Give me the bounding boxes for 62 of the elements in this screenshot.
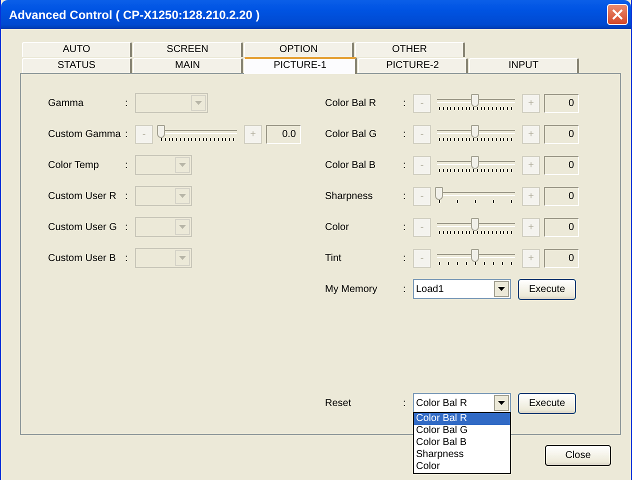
colon-separator: : (403, 252, 407, 264)
tab[interactable]: AUTO (22, 42, 132, 57)
dropdown-option[interactable]: Sharpness (414, 449, 510, 461)
field-label: Color Bal B (325, 160, 377, 170)
field-label: Color Temp (48, 160, 100, 170)
close-icon[interactable] (607, 4, 628, 25)
value-field: 0.0 (266, 124, 301, 144)
tab[interactable]: SCREEN (133, 42, 243, 57)
tab[interactable]: MAIN (133, 58, 243, 73)
value-field: 0 (544, 124, 579, 144)
tab[interactable]: PICTURE-1 (244, 57, 357, 74)
colon-separator: : (403, 128, 407, 140)
value-field: 0 (544, 94, 579, 112)
field-label: Color (325, 222, 350, 232)
field-label: Reset (325, 398, 352, 408)
field-label: My Memory (325, 284, 378, 294)
field-label: Custom User G (48, 222, 118, 232)
colon-separator: : (403, 190, 407, 202)
tab[interactable]: INPUT (469, 58, 579, 73)
caret-icon (175, 250, 190, 266)
window-title: Advanced Control ( CP-X1250:128.210.2.20 ) (9, 8, 261, 22)
colon-separator: : (403, 398, 407, 408)
tab[interactable]: STATUS (22, 58, 132, 73)
value-field: 0 (544, 248, 579, 268)
colon-separator: : (125, 98, 129, 108)
value-field: 0 (544, 156, 579, 174)
caret-icon (175, 188, 190, 204)
dropdown-option[interactable]: Color Bal B (414, 437, 510, 449)
tab[interactable]: PICTURE-2 (358, 58, 468, 73)
field-label: Custom User B (48, 252, 117, 264)
colon-separator: : (403, 98, 407, 108)
dropdown[interactable]: Color Bal R (413, 393, 511, 413)
colon-separator: : (125, 160, 129, 170)
dropdown[interactable]: Load1 (413, 279, 511, 299)
caret-icon (191, 95, 206, 111)
execute-button[interactable]: Execute (518, 278, 576, 300)
colon-separator: : (403, 284, 407, 294)
field-label: Custom Gamma (48, 128, 122, 140)
colon-separator: : (125, 128, 129, 140)
colon-separator: : (125, 190, 129, 202)
dropdown-option[interactable]: Color Bal R (414, 413, 510, 425)
execute-button[interactable]: Execute (518, 392, 576, 414)
tab[interactable]: OTHER (355, 42, 465, 57)
colon-separator: : (403, 222, 407, 232)
caret-icon (494, 281, 509, 297)
field-label: Color Bal G (325, 128, 378, 140)
value-field: 0 (544, 218, 579, 236)
caret-icon (175, 219, 190, 235)
field-label: Color Bal R (325, 98, 378, 108)
field-label: Sharpness (325, 190, 374, 202)
close-button[interactable]: Close (545, 445, 611, 466)
field-label: Custom User R (48, 190, 118, 202)
field-label: Gamma (48, 98, 85, 108)
field-label: Tint (325, 252, 342, 264)
value-field: 0 (544, 186, 579, 206)
colon-separator: : (403, 160, 407, 170)
colon-separator: : (125, 252, 129, 264)
dropdown-option[interactable]: Color Bal G (414, 425, 510, 437)
tab[interactable]: OPTION (244, 42, 354, 57)
caret-icon (175, 157, 190, 173)
colon-separator: : (125, 222, 129, 232)
dropdown-option[interactable]: Color (414, 461, 510, 473)
